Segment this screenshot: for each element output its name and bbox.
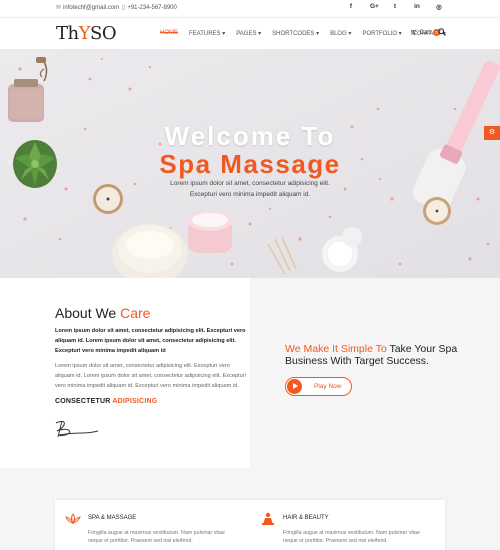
main-navbar: ThYSO HOME FEATURES ▾ PAGES ▾ SHORTCODES…: [0, 18, 500, 50]
hero-subtitle-line2: Excepturi vero minima impedit aliquam id…: [189, 191, 311, 198]
twitter-icon[interactable]: t: [392, 3, 398, 11]
google-plus-icon[interactable]: G+: [370, 3, 379, 11]
site-logo[interactable]: ThYSO: [56, 23, 117, 44]
menu-item-portfolio[interactable]: PORTFOLIO ▾: [362, 30, 401, 37]
menu-item-pages[interactable]: PAGES ▾: [236, 30, 261, 37]
instagram-icon[interactable]: ◎: [436, 3, 442, 11]
promo-heading: We Make It Simple To Take Your Spa Busin…: [285, 343, 458, 367]
play-icon: [287, 379, 302, 394]
email-text: infotechf@gmail.com: [63, 4, 120, 11]
signature-image: [55, 420, 99, 438]
consectetur-heading: CONSECTETUR ADIPISICING: [55, 398, 158, 405]
top-bar: ✉ infotechf@gmail.com ▯ +91-234-567-8900…: [0, 0, 500, 18]
service-text: Fringilla augue at maximus vestibulum. N…: [88, 530, 225, 544]
mail-icon: ✉: [56, 5, 62, 11]
cart-link[interactable]: 🛒︎ Cart 0: [410, 29, 440, 36]
hero-title-line1: Welcome To: [164, 121, 336, 151]
settings-gear-icon[interactable]: ⚙: [484, 126, 500, 140]
menu-item-features[interactable]: FEATURES ▾: [189, 30, 225, 37]
services-card: SPA & MASSAGE Fringilla augue at maximus…: [55, 500, 445, 550]
promo-panel: We Make It Simple To Take Your Spa Busin…: [250, 278, 500, 468]
search-icon[interactable]: [438, 28, 446, 38]
play-now-button[interactable]: Play Now: [285, 377, 352, 396]
linkedin-icon[interactable]: in: [414, 3, 420, 11]
phone-text: +91-234-567-8900: [127, 4, 177, 11]
about-title: About We Care: [55, 305, 151, 321]
hero-subtitle-line1: Lorem ipsum dolor sit amet, consectetur …: [170, 180, 330, 187]
play-now-label: Play Now: [314, 383, 342, 390]
phone-icon: ▯: [122, 5, 126, 11]
about-bold-paragraph: Lorem ipsum dolor sit amet, consectetur …: [55, 328, 246, 354]
email-contact[interactable]: ✉ infotechf@gmail.com: [56, 4, 120, 12]
social-links: f G+ t in ◎: [348, 3, 442, 11]
cart-label: Cart: [419, 29, 431, 36]
spa-person-icon: [262, 512, 274, 525]
logo-mark: Y: [78, 23, 91, 44]
hero-slider: ‹ Welcome To Spa Massage Lorem ipsum dol…: [0, 49, 500, 278]
about-section: About We Care Lorem ipsum dolor sit amet…: [0, 278, 250, 468]
service-title: HAIR & BEAUTY: [283, 515, 329, 521]
service-title: SPA & MASSAGE: [88, 515, 137, 521]
service-text: Fringilla augue at maximus vestibulum. N…: [283, 530, 420, 544]
phone-contact[interactable]: ▯ +91-234-567-8900: [122, 4, 177, 12]
lotus-icon: [65, 513, 81, 524]
hero-title-line2: Spa Massage: [159, 149, 341, 179]
facebook-icon[interactable]: f: [348, 3, 354, 11]
about-paragraph: Lorem ipsum dolor sit amet, consectetur …: [55, 363, 246, 389]
menu-item-blog[interactable]: BLOG ▾: [330, 30, 351, 37]
menu-item-shortcodes[interactable]: SHORTCODES ▾: [272, 30, 319, 37]
menu-item-home[interactable]: HOME: [160, 30, 178, 37]
cart-icon: 🛒︎: [410, 30, 418, 36]
